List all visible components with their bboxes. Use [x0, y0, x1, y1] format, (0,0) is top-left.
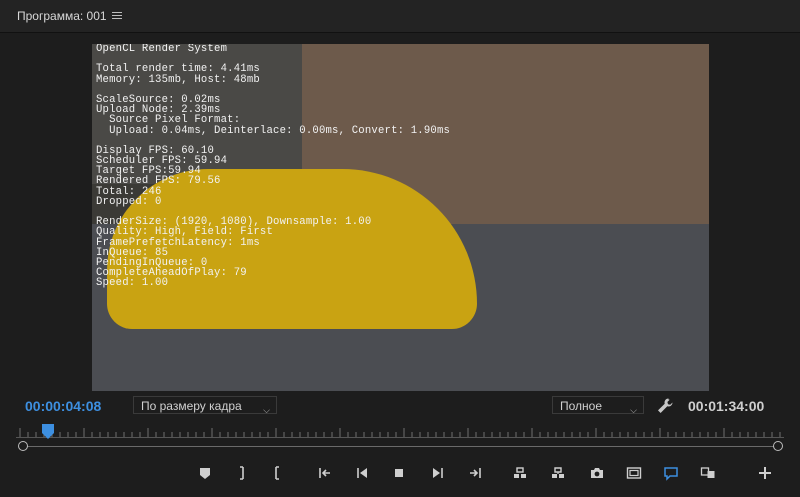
step-back-button[interactable] — [350, 462, 374, 484]
button-editor-button[interactable] — [753, 462, 777, 484]
step-back-icon — [354, 465, 370, 481]
stop-icon — [391, 465, 407, 481]
comparison-view-icon — [700, 465, 716, 481]
timeline-ruler[interactable] — [16, 425, 784, 439]
zoom-scroll-handle-left[interactable] — [18, 441, 28, 451]
resolution-dropdown-label: Полное — [560, 399, 603, 413]
ruler-baseline — [16, 437, 784, 438]
chevron-down-icon: ⌵ — [263, 405, 270, 415]
mark-in-button[interactable] — [230, 462, 254, 484]
go-to-in-icon — [317, 465, 333, 481]
total-duration-timecode: 00:01:34:00 — [688, 398, 765, 414]
chevron-down-icon: ⌵ — [630, 405, 637, 415]
fit-dropdown[interactable]: По размеру кадра ⌵ — [133, 396, 277, 415]
extract-icon — [550, 465, 566, 481]
panel-header: Программа: 001 — [0, 0, 800, 33]
render-stat-line: Dropped: 0 — [96, 195, 162, 208]
current-timecode[interactable]: 00:00:04:08 — [25, 398, 101, 414]
settings-wrench-icon[interactable] — [656, 397, 674, 415]
export-frame-button[interactable] — [585, 462, 609, 484]
render-stat-line: OpenCL Render System — [96, 44, 228, 55]
render-stat-line: Upload: 0.04ms, Deinterlace: 0.00ms, Con… — [96, 124, 451, 137]
render-stat-line: Speed: 1.00 — [96, 277, 169, 290]
program-monitor-video[interactable]: OpenCL Render System Total render time: 4… — [92, 44, 709, 391]
safe-margins-icon — [626, 465, 642, 481]
button-editor-icon — [757, 465, 773, 481]
zoom-scroll-handle-right[interactable] — [773, 441, 783, 451]
resolution-dropdown[interactable]: Полное ⌵ — [552, 396, 644, 415]
captions-icon — [663, 465, 679, 481]
export-frame-icon — [589, 465, 605, 481]
extract-button[interactable] — [546, 462, 570, 484]
panel-title[interactable]: Программа: 001 — [17, 9, 107, 23]
captions-button[interactable] — [659, 462, 683, 484]
stop-button[interactable] — [387, 462, 411, 484]
go-to-in-button[interactable] — [313, 462, 337, 484]
mark-out-icon — [269, 465, 285, 481]
comparison-view-button[interactable] — [696, 462, 720, 484]
playhead[interactable] — [42, 424, 54, 439]
lift-button[interactable] — [508, 462, 532, 484]
render-stats-overlay: OpenCL Render System Total render time: 4… — [96, 44, 450, 289]
go-to-out-icon — [467, 465, 483, 481]
add-marker-button[interactable] — [193, 462, 217, 484]
mark-in-icon — [234, 465, 250, 481]
mark-out-button[interactable] — [265, 462, 289, 484]
add-marker-icon — [197, 465, 213, 481]
go-to-out-button[interactable] — [463, 462, 487, 484]
fit-dropdown-label: По размеру кадра — [141, 399, 242, 413]
step-forward-icon — [430, 465, 446, 481]
render-stat-line: Memory: 135mb, Host: 48mb — [96, 73, 260, 86]
render-stat-line: Source Pixel Format: — [96, 114, 241, 127]
step-forward-button[interactable] — [426, 462, 450, 484]
lift-icon — [512, 465, 528, 481]
zoom-scroll-track[interactable] — [22, 446, 778, 447]
panel-menu-icon[interactable] — [112, 12, 122, 20]
safe-margins-button[interactable] — [622, 462, 646, 484]
